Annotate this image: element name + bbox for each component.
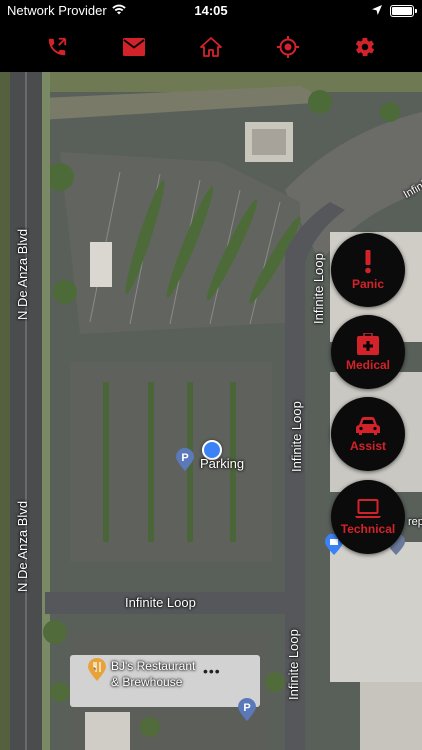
svg-text:P: P xyxy=(243,702,250,714)
parking-pin-icon[interactable]: P xyxy=(176,448,194,471)
street-label-infinite-loop-lower: Infinite Loop xyxy=(286,629,301,700)
settings-gear-icon[interactable] xyxy=(347,29,383,65)
more-dots-icon[interactable]: ••• xyxy=(203,663,221,679)
phone-call-icon[interactable] xyxy=(39,29,75,65)
status-time: 14:05 xyxy=(194,3,228,18)
medical-kit-icon xyxy=(357,332,379,355)
location-target-icon[interactable] xyxy=(270,29,306,65)
parking-pin-bottom-icon[interactable]: P xyxy=(238,698,256,721)
assist-label: Assist xyxy=(349,438,387,453)
battery-fill xyxy=(392,6,412,15)
technical-label: Technical xyxy=(340,521,396,536)
medical-button[interactable]: Medical xyxy=(331,315,405,389)
medical-label: Medical xyxy=(345,357,390,372)
street-label-infinite-loop-mid: Infinite Loop xyxy=(289,401,304,472)
svg-text:P: P xyxy=(181,452,188,464)
street-label-edge-fragment: rep xyxy=(408,516,422,528)
restaurant-name-line1: BJ's Restaurant xyxy=(111,659,196,673)
street-label-infinite-loop-upper: Infinite Loop xyxy=(311,253,326,324)
home-icon[interactable] xyxy=(193,29,229,65)
top-toolbar xyxy=(0,22,422,72)
restaurant-pin-icon[interactable] xyxy=(88,658,106,681)
street-label-infinite-loop-horizontal: Infinite Loop xyxy=(125,595,196,610)
car-icon xyxy=(356,416,380,435)
street-label-n-de-anza-top: N De Anza Blvd xyxy=(15,228,30,320)
status-right xyxy=(372,3,417,18)
technical-button[interactable]: Technical xyxy=(331,480,405,554)
laptop-icon xyxy=(355,498,381,518)
exclamation-icon xyxy=(365,249,371,273)
panic-button[interactable]: Panic xyxy=(331,233,405,307)
status-bar: Network Provider 14:05 xyxy=(0,0,422,22)
panic-label: Panic xyxy=(351,276,384,291)
parking-label[interactable]: Parking xyxy=(200,456,244,471)
restaurant-name-line2: & Brewhouse xyxy=(111,675,183,689)
street-label-n-de-anza-bottom: N De Anza Blvd xyxy=(15,500,30,592)
location-arrow-icon xyxy=(372,3,382,18)
assist-button[interactable]: Assist xyxy=(331,397,405,471)
mail-icon[interactable] xyxy=(116,29,152,65)
battery-icon xyxy=(390,4,417,17)
